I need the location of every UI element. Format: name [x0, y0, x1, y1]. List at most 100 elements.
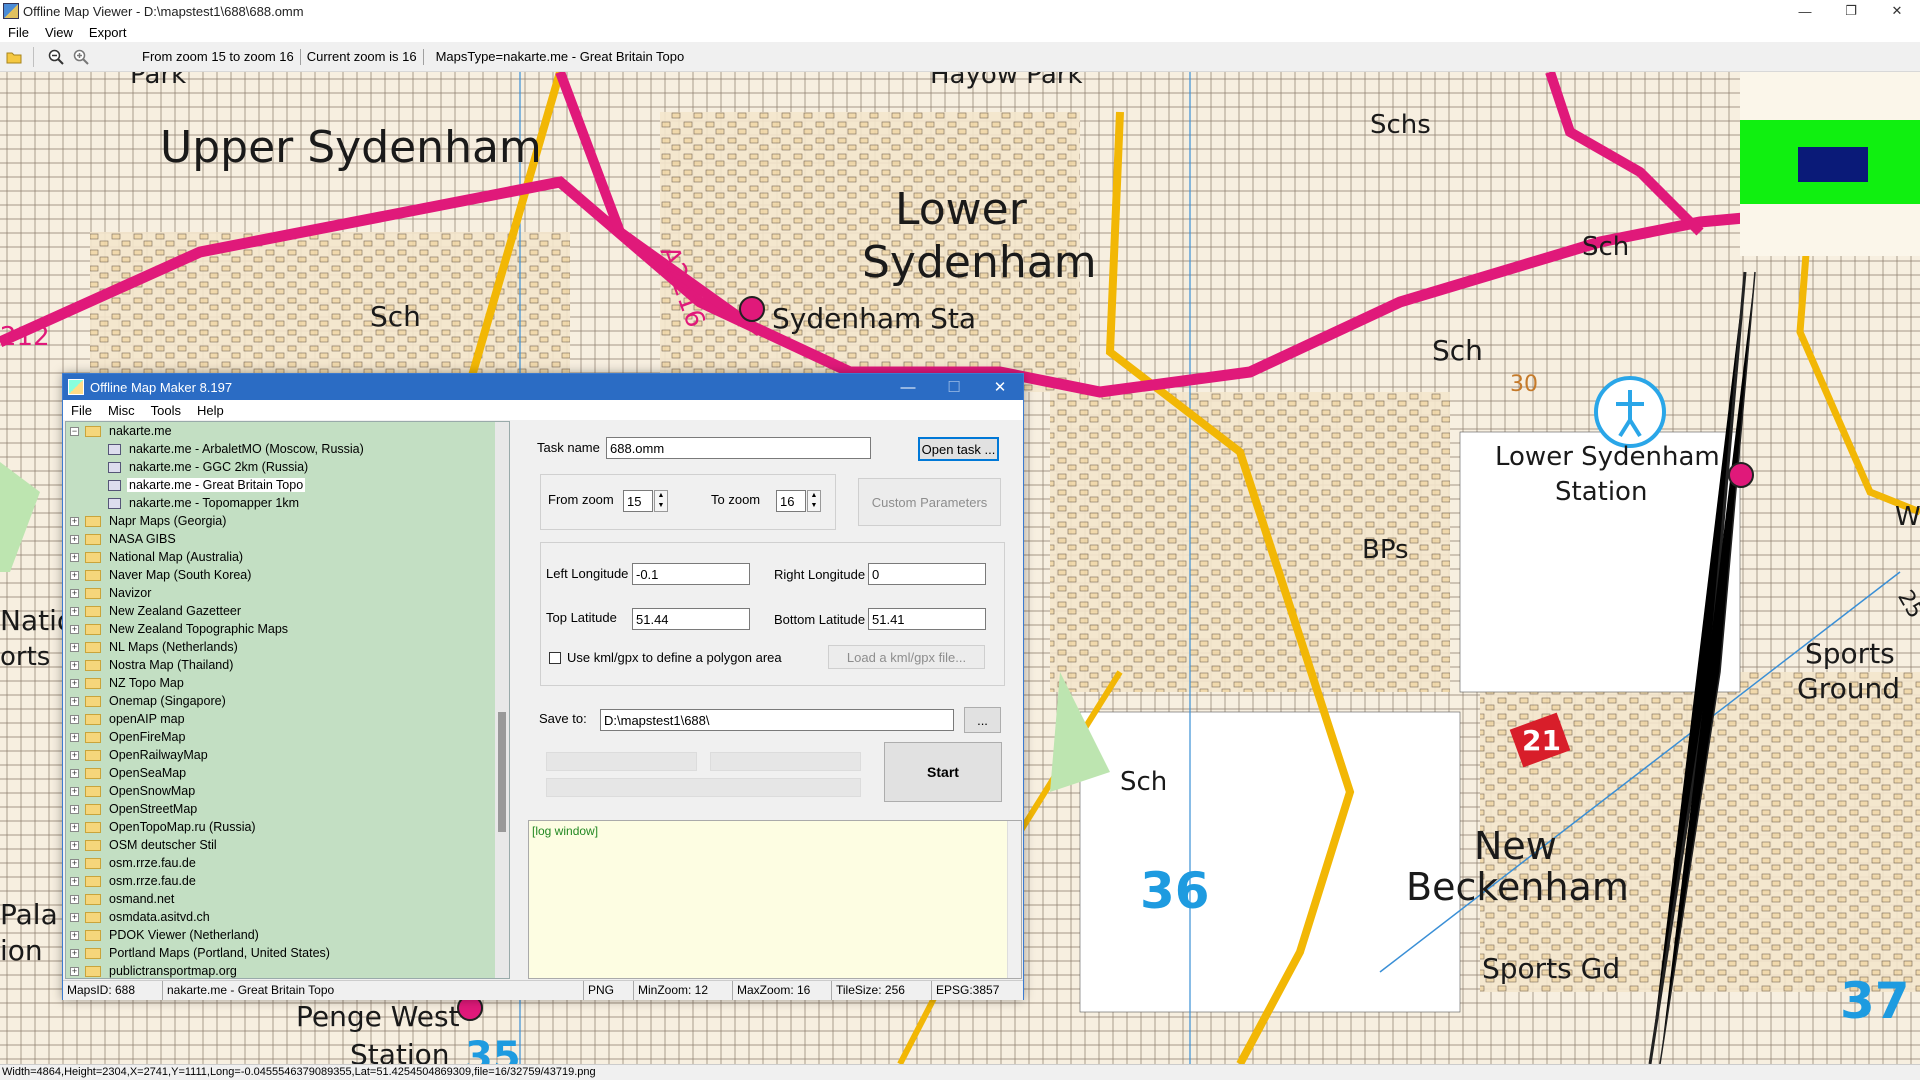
tree-folder[interactable]: + OpenRailwayMap	[66, 746, 509, 764]
tree-folder[interactable]: + Onemap (Singapore)	[66, 692, 509, 710]
tree-folder[interactable]: + OpenTopoMap.ru (Russia)	[66, 818, 509, 836]
dialog-title: Offline Map Maker 8.197	[90, 379, 233, 395]
maximize-button[interactable]: ❐	[1828, 0, 1874, 22]
expand-icon[interactable]: +	[70, 948, 79, 958]
zoom-out-icon[interactable]	[45, 46, 67, 68]
expand-icon[interactable]: +	[70, 894, 79, 904]
expand-icon[interactable]: +	[70, 660, 79, 670]
menu-file[interactable]: File	[0, 25, 37, 40]
kml-checkbox-label[interactable]: Use kml/gpx to define a polygon area	[567, 650, 782, 665]
tree-folder[interactable]: + New Zealand Topographic Maps	[66, 620, 509, 638]
tree-folder[interactable]: + OpenStreetMap	[66, 800, 509, 818]
expand-icon[interactable]: +	[70, 840, 79, 850]
tree-folder[interactable]: + OpenSnowMap	[66, 782, 509, 800]
expand-icon[interactable]: +	[70, 804, 79, 814]
start-button[interactable]: Start	[884, 742, 1002, 802]
expand-icon[interactable]: +	[70, 930, 79, 940]
open-folder-icon[interactable]	[3, 46, 25, 68]
to-zoom-input[interactable]	[776, 490, 806, 512]
tree-scrollbar[interactable]	[495, 422, 509, 978]
expand-icon[interactable]: +	[70, 786, 79, 796]
dialog-menu-help[interactable]: Help	[189, 403, 232, 418]
save-to-input[interactable]	[600, 709, 954, 731]
tree-child[interactable]: nakarte.me - GGC 2km (Russia)	[66, 458, 509, 476]
expand-icon[interactable]: +	[70, 696, 79, 706]
expand-icon[interactable]: +	[70, 876, 79, 886]
tree-folder[interactable]: + Nostra Map (Thailand)	[66, 656, 509, 674]
tree-child-selected[interactable]: nakarte.me - Great Britain Topo	[66, 476, 509, 494]
right-longitude-input[interactable]	[868, 563, 986, 585]
tree-folder[interactable]: + NASA GIBS	[66, 530, 509, 548]
close-button[interactable]: ✕	[1874, 0, 1920, 22]
tree-folder[interactable]: + osm.rrze.fau.de	[66, 872, 509, 890]
expand-icon[interactable]: +	[70, 516, 79, 526]
from-zoom-input[interactable]	[623, 490, 653, 512]
from-zoom-stepper[interactable]: ▲ ▼	[654, 490, 668, 512]
to-zoom-stepper[interactable]: ▲ ▼	[807, 490, 821, 512]
panel-splitter[interactable]	[514, 421, 520, 979]
zoom-in-icon[interactable]	[70, 46, 92, 68]
tree-folder[interactable]: + Navizor	[66, 584, 509, 602]
browse-button[interactable]: ...	[964, 707, 1001, 733]
dialog-close-button[interactable]: ✕	[977, 374, 1023, 400]
expand-icon[interactable]: +	[70, 588, 79, 598]
maps-tree[interactable]: − nakarte.me nakarte.me - ArbaletMO (Mos…	[65, 421, 510, 979]
left-longitude-input[interactable]	[632, 563, 750, 585]
tree-folder[interactable]: + publictransportmap.org	[66, 962, 509, 978]
custom-parameters-button[interactable]: Custom Parameters	[858, 478, 1001, 526]
expand-icon[interactable]: +	[70, 966, 79, 976]
tree-folder[interactable]: + OSM deutscher Stil	[66, 836, 509, 854]
tree-child[interactable]: nakarte.me - ArbaletMO (Moscow, Russia)	[66, 440, 509, 458]
tree-root[interactable]: − nakarte.me	[66, 422, 509, 440]
open-task-button[interactable]: Open task ...	[918, 437, 999, 461]
dialog-menu-file[interactable]: File	[63, 403, 100, 418]
expand-icon[interactable]: +	[70, 912, 79, 922]
expand-icon[interactable]: +	[70, 714, 79, 724]
expand-icon[interactable]: +	[70, 732, 79, 742]
load-kml-button[interactable]: Load a kml/gpx file...	[828, 645, 985, 669]
tree-scroll-thumb[interactable]	[498, 712, 506, 832]
tree-folder[interactable]: + PDOK Viewer (Netherland)	[66, 926, 509, 944]
bottom-latitude-input[interactable]	[868, 608, 986, 630]
log-scrollbar[interactable]	[1007, 821, 1021, 978]
top-latitude-input[interactable]	[632, 608, 750, 630]
status-tile-size: TileSize: 256	[832, 981, 932, 1000]
minimize-button[interactable]: —	[1782, 0, 1828, 22]
menu-view[interactable]: View	[37, 25, 81, 40]
tree-folder[interactable]: + Napr Maps (Georgia)	[66, 512, 509, 530]
dialog-menu-tools[interactable]: Tools	[143, 403, 189, 418]
expand-icon[interactable]: +	[70, 678, 79, 688]
task-name-input[interactable]	[606, 437, 871, 459]
expand-icon[interactable]: +	[70, 858, 79, 868]
dialog-maximize-button[interactable]: ☐	[931, 374, 977, 400]
expand-icon[interactable]: +	[70, 534, 79, 544]
tree-folder[interactable]: + National Map (Australia)	[66, 548, 509, 566]
tree-folder[interactable]: + NL Maps (Netherlands)	[66, 638, 509, 656]
tree-folder[interactable]: + NZ Topo Map	[66, 674, 509, 692]
expand-icon[interactable]: +	[70, 606, 79, 616]
tree-child[interactable]: nakarte.me - Topomapper 1km	[66, 494, 509, 512]
tree-folder[interactable]: + OpenSeaMap	[66, 764, 509, 782]
expand-icon[interactable]: +	[70, 552, 79, 562]
tree-folder[interactable]: + osm.rrze.fau.de	[66, 854, 509, 872]
tree-folder[interactable]: + osmdata.asitvd.ch	[66, 908, 509, 926]
expand-icon[interactable]: +	[70, 822, 79, 832]
expand-icon[interactable]: +	[70, 624, 79, 634]
tree-folder[interactable]: + osmand.net	[66, 890, 509, 908]
tree-folder[interactable]: + Portland Maps (Portland, United States)	[66, 944, 509, 962]
tree-folder[interactable]: + Naver Map (South Korea)	[66, 566, 509, 584]
expand-icon[interactable]: +	[70, 642, 79, 652]
menu-export[interactable]: Export	[81, 25, 135, 40]
tree-folder[interactable]: + OpenFireMap	[66, 728, 509, 746]
collapse-icon[interactable]: −	[70, 426, 79, 436]
log-window[interactable]: [log window]	[528, 820, 1022, 979]
kml-checkbox-icon[interactable]	[549, 652, 561, 664]
expand-icon[interactable]: +	[70, 570, 79, 580]
overview-viewport[interactable]	[1798, 147, 1868, 182]
tree-folder[interactable]: + New Zealand Gazetteer	[66, 602, 509, 620]
expand-icon[interactable]: +	[70, 768, 79, 778]
tree-folder[interactable]: + openAIP map	[66, 710, 509, 728]
dialog-minimize-button[interactable]: —	[885, 374, 931, 400]
expand-icon[interactable]: +	[70, 750, 79, 760]
dialog-menu-misc[interactable]: Misc	[100, 403, 143, 418]
